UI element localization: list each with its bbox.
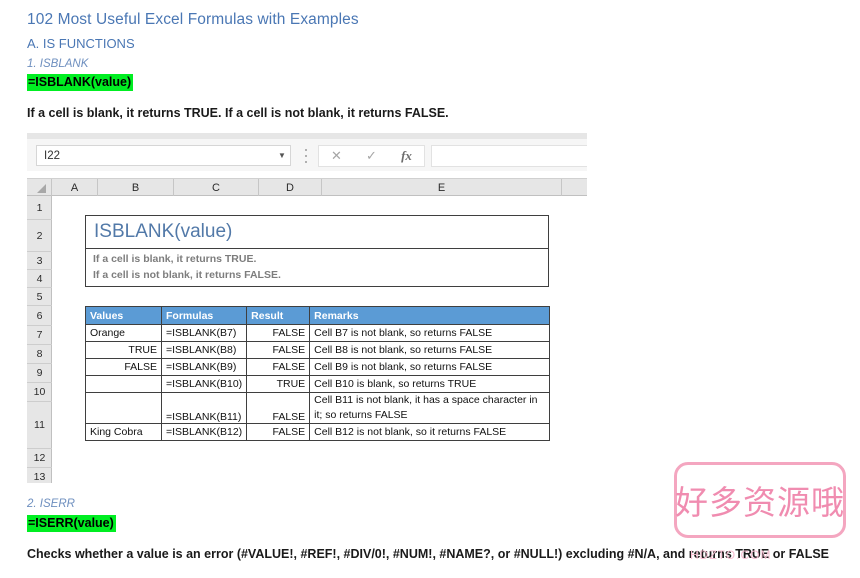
column-result: Result [246, 306, 311, 325]
column-header-b[interactable]: B [98, 179, 174, 197]
cell-result[interactable]: FALSE [246, 423, 311, 441]
cell-remarks[interactable]: Cell B7 is not blank, so returns FALSE [309, 324, 551, 342]
function-description-block: If a cell is blank, it returns TRUE. If … [85, 249, 549, 287]
column-formulas: Formulas [160, 306, 248, 325]
cell-remarks[interactable]: Cell B8 is not blank, so returns FALSE [309, 341, 551, 359]
function-description-line-1: If a cell is blank, it returns TRUE. [93, 253, 257, 265]
example-table: Values Formulas Result Remarks Orange =I… [85, 306, 551, 441]
cell-values[interactable] [85, 375, 162, 393]
cell-remarks[interactable]: Cell B11 is not blank, it has a space ch… [309, 392, 551, 424]
column-values: Values [85, 306, 162, 325]
table-row: FALSE =ISBLANK(B9) FALSE Cell B9 is not … [85, 358, 551, 376]
function-1-syntax: =ISBLANK(value) [27, 74, 134, 91]
column-header-band: A B C D E [27, 178, 587, 197]
function-1-label: 1. ISBLANK [27, 58, 89, 70]
function-2-description: Checks whether a value is an error (#VAL… [27, 547, 830, 561]
formula-input[interactable] [431, 145, 587, 167]
column-header-f-partial[interactable] [562, 179, 587, 197]
column-header-d[interactable]: D [259, 179, 322, 197]
table-row: King Cobra =ISBLANK(B12) FALSE Cell B12 … [85, 423, 551, 441]
function-title: ISBLANK(value) [85, 215, 549, 249]
select-all-corner[interactable] [27, 179, 52, 197]
cell-formula[interactable]: =ISBLANK(B8) [160, 341, 248, 359]
page-title: 102 Most Useful Excel Formulas with Exam… [27, 11, 359, 28]
column-header-e[interactable]: E [322, 179, 562, 197]
section-heading: A. IS FUNCTIONS [27, 36, 135, 51]
cell-result[interactable]: FALSE [246, 392, 311, 424]
function-description-line-2: If a cell is not blank, it returns FALSE… [93, 269, 281, 281]
table-row: TRUE =ISBLANK(B8) FALSE Cell B8 is not b… [85, 341, 551, 359]
row-header-2[interactable]: 2 [27, 220, 52, 252]
row-header-3[interactable]: 3 [27, 252, 52, 270]
table-header-row: Values Formulas Result Remarks [85, 306, 551, 325]
select-all-triangle-icon [37, 184, 46, 193]
cell-formula[interactable]: =ISBLANK(B11) [160, 392, 248, 424]
row-header-1[interactable]: 1 [27, 196, 52, 220]
cell-formula[interactable]: =ISBLANK(B9) [160, 358, 248, 376]
cell-values[interactable]: King Cobra [85, 423, 162, 441]
close-icon[interactable]: ✕ [319, 148, 354, 164]
cell-result[interactable]: FALSE [246, 358, 311, 376]
row-header-10[interactable]: 10 [27, 383, 52, 402]
cell-result[interactable]: TRUE [246, 375, 311, 393]
watermark-badge: 好多资源哦 [674, 462, 846, 538]
column-remarks: Remarks [309, 306, 551, 325]
excel-screenshot: I22 ▼ ✕ ✓ fx A B C D E 1 2 3 4 5 6 7 8 9… [27, 133, 587, 483]
function-2-syntax: =ISERR(value) [27, 515, 116, 532]
table-row: =ISBLANK(B11) FALSE Cell B11 is not blan… [85, 392, 551, 424]
chevron-down-icon[interactable]: ▼ [274, 151, 290, 160]
cell-formula[interactable]: =ISBLANK(B10) [160, 375, 248, 393]
formula-bar-buttons: ✕ ✓ fx [318, 145, 425, 167]
check-icon[interactable]: ✓ [354, 148, 389, 164]
worksheet-grid[interactable]: ISBLANK(value) If a cell is blank, it re… [52, 196, 587, 483]
fx-icon[interactable]: fx [389, 148, 424, 164]
cell-values[interactable]: Orange [85, 324, 162, 342]
cell-remarks[interactable]: Cell B10 is blank, so returns TRUE [309, 375, 551, 393]
table-row: =ISBLANK(B10) TRUE Cell B10 is blank, so… [85, 375, 551, 393]
row-header-13[interactable]: 13 [27, 468, 52, 483]
row-header-4[interactable]: 4 [27, 270, 52, 288]
row-header-5[interactable]: 5 [27, 288, 52, 306]
cell-remarks[interactable]: Cell B12 is not blank, so it returns FAL… [309, 423, 551, 441]
cell-values[interactable] [85, 392, 162, 424]
row-header-7[interactable]: 7 [27, 326, 52, 345]
function-1-description: If a cell is blank, it returns TRUE. If … [27, 106, 449, 120]
cell-values[interactable]: FALSE [85, 358, 162, 376]
row-header-8[interactable]: 8 [27, 345, 52, 364]
column-header-c[interactable]: C [174, 179, 259, 197]
function-title-card: ISBLANK(value) If a cell is blank, it re… [85, 215, 549, 287]
function-2-label: 2. ISERR [27, 498, 75, 510]
name-box-value: I22 [44, 149, 60, 162]
cell-formula[interactable]: =ISBLANK(B7) [160, 324, 248, 342]
row-header-12[interactable]: 12 [27, 449, 52, 468]
cell-values[interactable]: TRUE [85, 341, 162, 359]
row-header-band: 1 2 3 4 5 6 7 8 9 10 11 12 13 [27, 196, 52, 483]
row-header-11[interactable]: 11 [27, 402, 52, 449]
cell-result[interactable]: FALSE [246, 341, 311, 359]
row-header-9[interactable]: 9 [27, 364, 52, 383]
name-box[interactable]: I22 ▼ [36, 145, 291, 166]
cell-remarks[interactable]: Cell B9 is not blank, so returns FALSE [309, 358, 551, 376]
row-header-6[interactable]: 6 [27, 306, 52, 326]
column-header-a[interactable]: A [52, 179, 98, 197]
excel-formula-bar-row: I22 ▼ ✕ ✓ fx [27, 139, 587, 171]
cell-formula[interactable]: =ISBLANK(B12) [160, 423, 248, 441]
watermark-text: 好多资源哦 [675, 483, 845, 522]
table-row: Orange =ISBLANK(B7) FALSE Cell B7 is not… [85, 324, 551, 342]
formula-bar-grip [304, 149, 308, 163]
cell-result[interactable]: FALSE [246, 324, 311, 342]
